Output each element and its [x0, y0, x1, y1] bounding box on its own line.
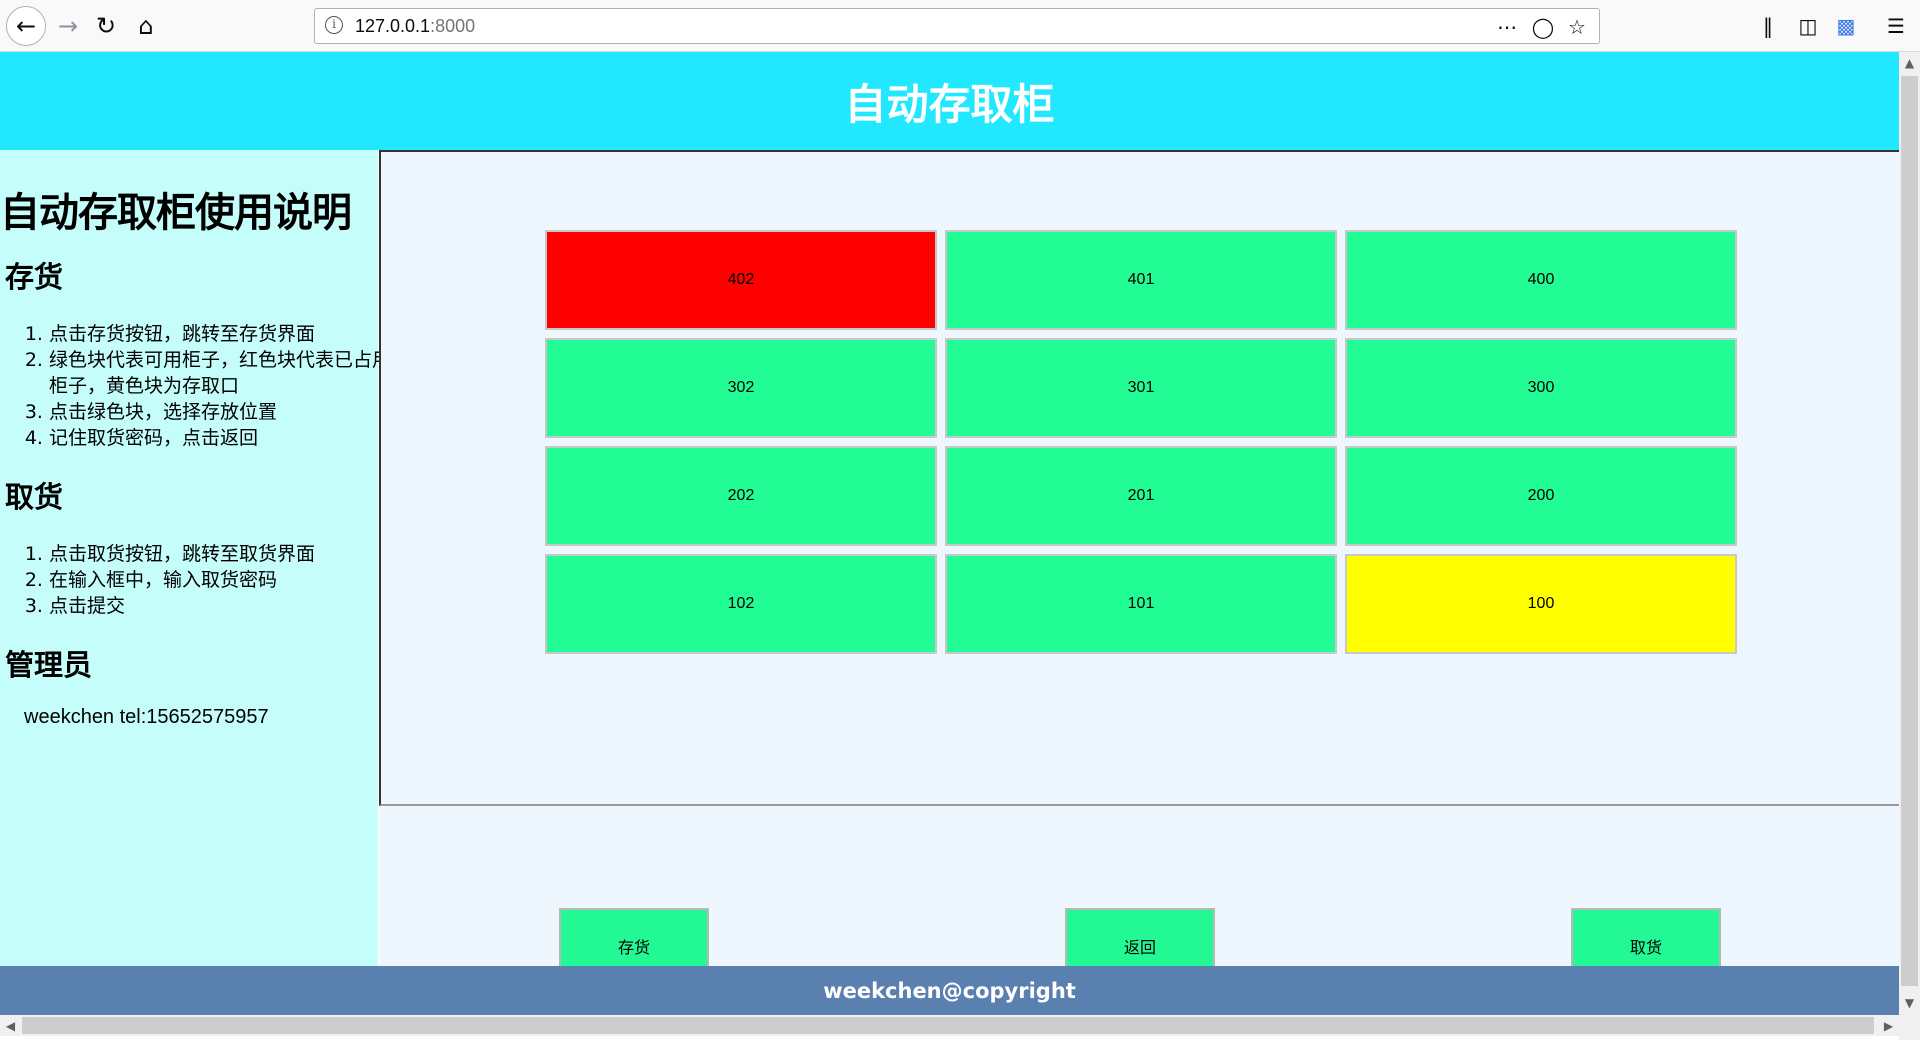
- locker-number: 202: [727, 487, 755, 504]
- bookmark-star-icon[interactable]: ☆: [1563, 13, 1591, 41]
- horizontal-scrollbar[interactable]: ◀ ▶: [0, 1015, 1899, 1036]
- admin-heading: 管理员: [5, 648, 93, 682]
- locker-cell[interactable]: 301: [945, 338, 1337, 438]
- page-footer: weekchen@copyright: [0, 966, 1899, 1015]
- locker-number: 301: [1127, 379, 1155, 396]
- scrollbar-corner: [1899, 1015, 1920, 1040]
- sidebar-toggle-icon[interactable]: ◫: [1794, 12, 1822, 40]
- locker-number: 100: [1527, 595, 1555, 612]
- retrieve-button-label: 取货: [1629, 938, 1662, 957]
- menu-icon[interactable]: ☰: [1882, 12, 1910, 40]
- locker-number: 200: [1527, 487, 1555, 504]
- footer-copyright: weekchen@copyright: [823, 978, 1076, 1003]
- retrieve-steps-list: 点击取货按钮，跳转至取货界面 在输入框中，输入取货密码 点击提交: [24, 541, 399, 619]
- locker-cell[interactable]: 101: [945, 554, 1337, 654]
- locker-number: 101: [1127, 595, 1155, 612]
- locker-cell[interactable]: 201: [945, 446, 1337, 546]
- instructions-sidebar: 自动存取柜使用说明 存货 点击存货按钮，跳转至存货界面 绿色块代表可用柜子，红色…: [0, 150, 391, 966]
- locker-cell[interactable]: 100: [1345, 554, 1737, 654]
- url-text[interactable]: 127.0.0.1:8000: [355, 16, 475, 37]
- translate-icon[interactable]: ▩: [1832, 12, 1860, 40]
- locker-number: 400: [1527, 271, 1555, 288]
- locker-cell[interactable]: 402: [545, 230, 937, 330]
- locker-number: 201: [1127, 487, 1155, 504]
- scroll-up-icon[interactable]: ▲: [1899, 52, 1920, 73]
- locker-grid: 402 401 400 302 301 300 202 201 200 102 …: [545, 230, 1740, 654]
- scroll-left-icon[interactable]: ◀: [0, 1015, 21, 1036]
- locker-cell[interactable]: 102: [545, 554, 937, 654]
- page-actions-icon[interactable]: ⋯: [1493, 13, 1521, 41]
- store-steps-list: 点击存货按钮，跳转至存货界面 绿色块代表可用柜子，红色块代表已占用柜子，黄色块为…: [24, 321, 399, 451]
- vertical-scroll-thumb[interactable]: [1901, 76, 1918, 986]
- locker-number: 401: [1127, 271, 1155, 288]
- locker-cell[interactable]: 202: [545, 446, 937, 546]
- back-button-label: 返回: [1123, 938, 1156, 957]
- pocket-icon[interactable]: ◯: [1529, 13, 1557, 41]
- action-bar: 存货 返回 取货: [379, 806, 1899, 984]
- forward-arrow-icon[interactable]: →: [48, 6, 88, 46]
- list-item: 在输入框中，输入取货密码: [49, 567, 399, 593]
- locker-number: 402: [727, 271, 755, 288]
- locker-number: 302: [727, 379, 755, 396]
- locker-cell[interactable]: 401: [945, 230, 1337, 330]
- scroll-right-icon[interactable]: ▶: [1878, 1015, 1899, 1036]
- retrieve-heading: 取货: [5, 480, 64, 514]
- scroll-down-icon[interactable]: ▼: [1899, 992, 1920, 1013]
- locker-number: 300: [1527, 379, 1555, 396]
- locker-cell[interactable]: 200: [1345, 446, 1737, 546]
- locker-cell[interactable]: 300: [1345, 338, 1737, 438]
- page: 自动存取柜 自动存取柜使用说明 存货 点击存货按钮，跳转至存货界面 绿色块代表可…: [0, 52, 1899, 1015]
- store-heading: 存货: [5, 260, 64, 294]
- locker-cell[interactable]: 400: [1345, 230, 1737, 330]
- instructions-title: 自动存取柜使用说明: [0, 190, 352, 236]
- list-item: 点击提交: [49, 593, 399, 619]
- locker-panel: 402 401 400 302 301 300 202 201 200 102 …: [379, 150, 1899, 806]
- list-item: 点击取货按钮，跳转至取货界面: [49, 541, 399, 567]
- vertical-scrollbar[interactable]: ▲ ▼: [1899, 52, 1920, 1015]
- horizontal-scroll-thumb[interactable]: [22, 1017, 1874, 1034]
- url-bar[interactable]: i 127.0.0.1:8000 ⋯ ◯ ☆: [314, 8, 1600, 44]
- list-item: 绿色块代表可用柜子，红色块代表已占用柜子，黄色块为存取口: [49, 347, 399, 399]
- list-item: 记住取货密码，点击返回: [49, 425, 399, 451]
- browser-toolbar: ← → ↻ ⌂ i 127.0.0.1:8000 ⋯ ◯ ☆ ‖ ◫ ▩ ☰: [0, 0, 1920, 52]
- back-arrow-icon[interactable]: ←: [6, 6, 46, 46]
- library-icon[interactable]: ‖: [1754, 12, 1782, 40]
- locker-number: 102: [727, 595, 755, 612]
- list-item: 点击存货按钮，跳转至存货界面: [49, 321, 399, 347]
- store-button-label: 存货: [617, 938, 650, 957]
- home-icon[interactable]: ⌂: [126, 6, 166, 46]
- admin-contact: weekchen tel:15652575957: [24, 706, 269, 728]
- list-item: 点击绿色块，选择存放位置: [49, 399, 399, 425]
- reload-icon[interactable]: ↻: [86, 6, 126, 46]
- site-info-icon[interactable]: i: [325, 16, 343, 34]
- page-header: 自动存取柜: [0, 52, 1899, 150]
- page-title: 自动存取柜: [844, 79, 1055, 129]
- locker-cell[interactable]: 302: [545, 338, 937, 438]
